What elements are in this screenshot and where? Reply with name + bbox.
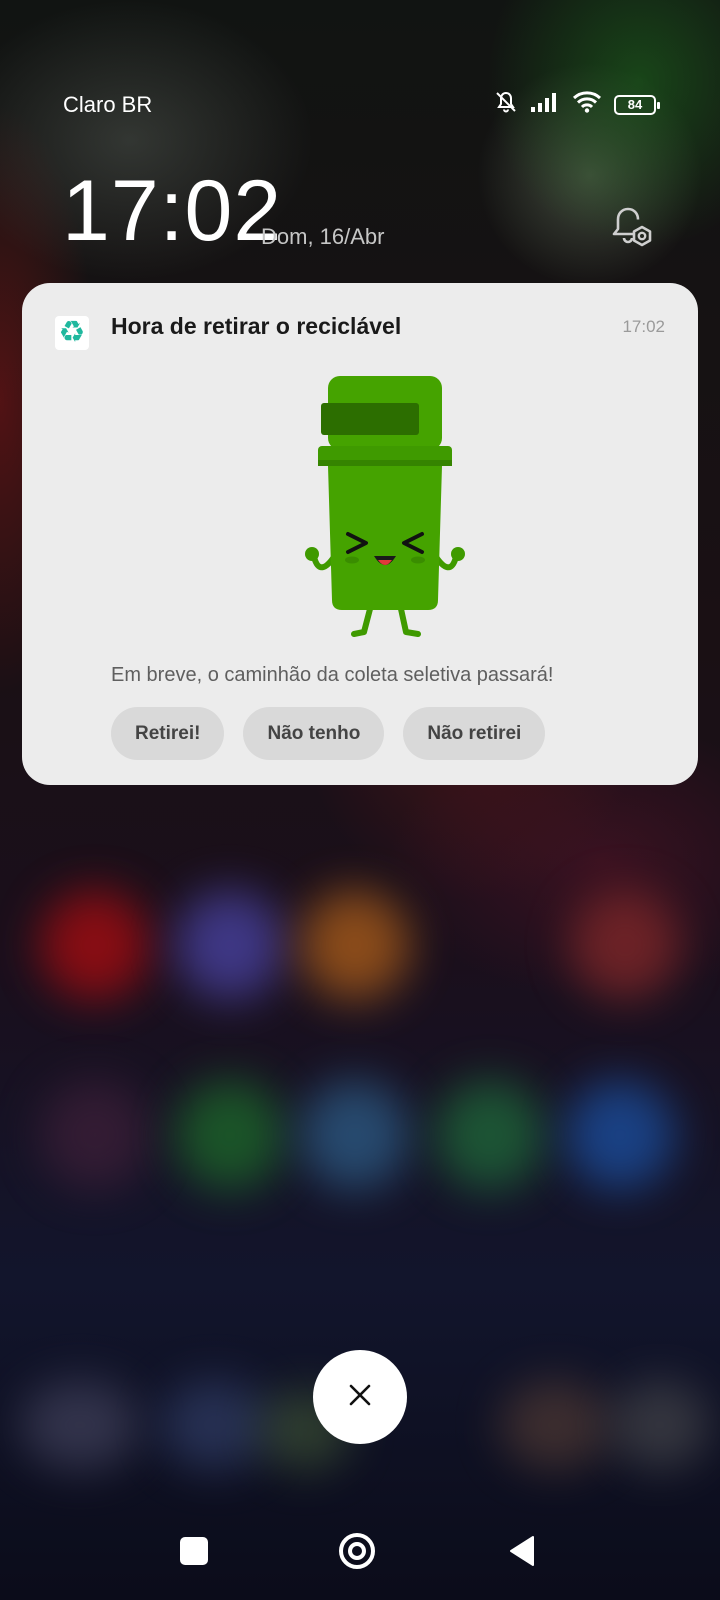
navigation-bar <box>0 1515 720 1595</box>
notification-settings-icon[interactable] <box>610 205 656 256</box>
lockscreen-date: Dom, 16/Abr <box>261 224 385 249</box>
recycle-bin-mascot-image <box>290 374 480 644</box>
blurred-app-icon <box>300 1080 410 1190</box>
wifi-icon <box>572 91 602 118</box>
blurred-app-icon <box>40 1080 150 1190</box>
notification-actions: Retirei! Não tenho Não retirei <box>111 707 546 760</box>
signal-icon <box>530 92 560 117</box>
blurred-app-icon <box>565 1080 675 1190</box>
blurred-app-icon <box>20 1380 140 1470</box>
back-triangle-icon[interactable] <box>509 1535 535 1572</box>
status-icons: 84 <box>494 90 660 119</box>
blurred-app-icon <box>435 1080 545 1190</box>
recycle-icon: ♻ <box>55 316 89 350</box>
blurred-app-icon <box>40 890 150 1000</box>
status-bar: Claro BR 84 <box>0 80 720 130</box>
blurred-app-icon <box>500 1380 610 1470</box>
blurred-app-icon <box>160 1380 270 1470</box>
blurred-app-icon <box>175 890 285 1000</box>
action-button-nao-retirei[interactable]: Não retirei <box>403 707 546 760</box>
notification-card[interactable]: ♻ Hora de retirar o reciclável 17:02 Em … <box>22 283 698 785</box>
dismiss-all-button[interactable] <box>313 1350 407 1444</box>
battery-level: 84 <box>627 97 643 112</box>
action-button-retirei[interactable]: Retirei! <box>111 707 225 760</box>
battery-icon: 84 <box>614 94 660 115</box>
blurred-app-icon <box>610 1380 710 1470</box>
carrier-label: Claro BR <box>63 92 153 117</box>
home-circle-icon[interactable] <box>339 1533 375 1569</box>
notification-body: Em breve, o caminhão da coleta seletiva … <box>111 664 554 686</box>
recents-square-icon[interactable] <box>180 1537 208 1565</box>
lockscreen-clock: 17:02 <box>62 163 283 259</box>
blurred-app-icon <box>175 1080 285 1190</box>
close-icon <box>348 1383 372 1412</box>
blurred-app-icon <box>300 890 410 1000</box>
blurred-app-icon <box>570 890 680 1000</box>
mute-bell-icon <box>494 90 518 119</box>
notification-time: 17:02 <box>622 317 665 336</box>
notification-title: Hora de retirar o reciclável <box>111 313 402 339</box>
action-button-nao-tenho[interactable]: Não tenho <box>243 707 385 760</box>
